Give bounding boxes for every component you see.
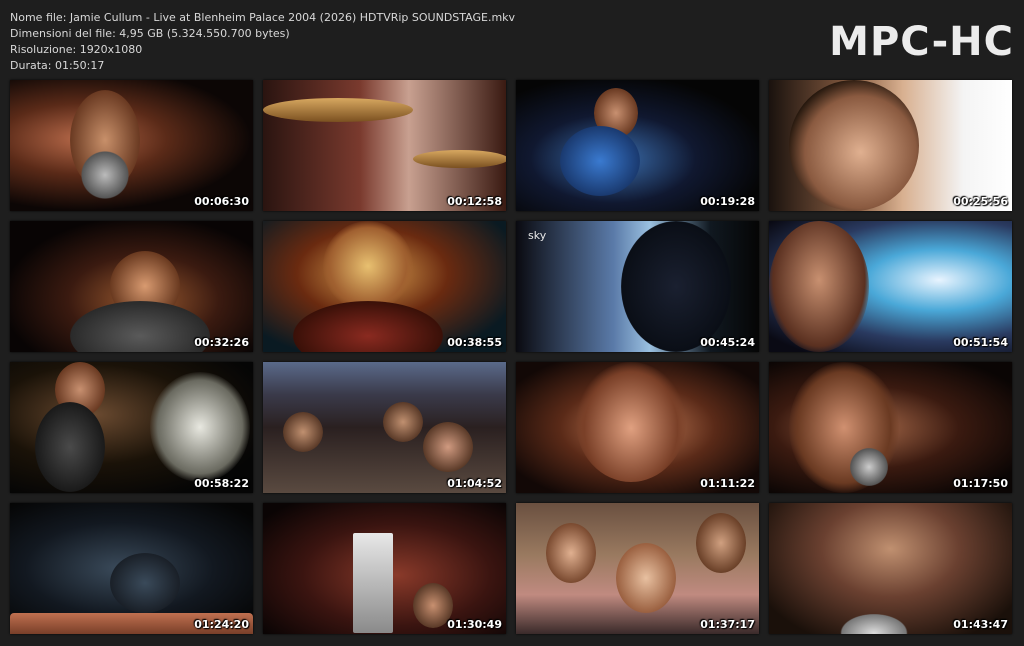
frame-image — [769, 221, 1012, 352]
thumbnail: 00:32:26 — [10, 221, 253, 352]
timestamp: 00:58:22 — [194, 477, 249, 490]
thumbnail: 00:12:58 — [263, 80, 506, 211]
timestamp: 00:38:55 — [447, 336, 502, 349]
thumbnail: 00:06:30 — [10, 80, 253, 211]
frame-image — [769, 362, 1012, 493]
duration-line: Durata: 01:50:17 — [10, 59, 105, 72]
timestamp: 00:12:58 — [447, 195, 502, 208]
timestamp: 00:19:28 — [700, 195, 755, 208]
thumbnail: 01:17:50 — [769, 362, 1012, 493]
timestamp: 00:06:30 — [194, 195, 249, 208]
timestamp: 01:04:52 — [447, 477, 502, 490]
thumbnail: 01:37:17 — [516, 503, 759, 634]
thumbnail: 00:19:28 — [516, 80, 759, 211]
file-info: Nome file: Jamie Cullum - Live at Blenhe… — [10, 10, 515, 74]
frame-image — [263, 503, 506, 634]
channel-logo: sky — [528, 229, 547, 242]
thumbnail: 00:58:22 — [10, 362, 253, 493]
timestamp: 00:51:54 — [953, 336, 1008, 349]
frame-image — [516, 221, 759, 352]
timestamp: 01:37:17 — [700, 618, 755, 631]
frame-image — [516, 362, 759, 493]
timestamp: 00:45:24 — [700, 336, 755, 349]
thumbnail: 00:51:54 — [769, 221, 1012, 352]
timestamp: 01:11:22 — [700, 477, 755, 490]
frame-image — [516, 80, 759, 211]
thumbnail: sky 00:45:24 — [516, 221, 759, 352]
frame-image — [263, 80, 506, 211]
thumbnail: 01:04:52 — [263, 362, 506, 493]
file-size-line: Dimensioni del file: 4,95 GB (5.324.550.… — [10, 27, 290, 40]
thumbnail: 01:30:49 — [263, 503, 506, 634]
frame-image — [263, 221, 506, 352]
thumbnail: 01:24:20 — [10, 503, 253, 634]
timestamp: 01:30:49 — [447, 618, 502, 631]
frame-image — [10, 80, 253, 211]
frame-image — [10, 503, 253, 634]
timestamp: 01:17:50 — [953, 477, 1008, 490]
timestamp: 01:43:47 — [953, 618, 1008, 631]
timestamp: 00:25:56 — [953, 195, 1008, 208]
thumbnail-grid: 00:06:30 00:12:58 00:19:28 00:25:56 00:3… — [10, 80, 1014, 634]
frame-image — [769, 80, 1012, 211]
frame-image — [10, 221, 253, 352]
frame-image — [263, 362, 506, 493]
thumbnail: 01:43:47 — [769, 503, 1012, 634]
resolution-line: Risoluzione: 1920x1080 — [10, 43, 143, 56]
frame-image — [10, 362, 253, 493]
thumbnail: 00:25:56 — [769, 80, 1012, 211]
frame-image — [516, 503, 759, 634]
file-name-line: Nome file: Jamie Cullum - Live at Blenhe… — [10, 11, 516, 24]
mpc-hc-logo: MPC-HC — [829, 19, 1014, 65]
thumbnail: 00:38:55 — [263, 221, 506, 352]
timestamp: 01:24:20 — [194, 618, 249, 631]
frame-image — [769, 503, 1012, 634]
thumbnail: 01:11:22 — [516, 362, 759, 493]
timestamp: 00:32:26 — [194, 336, 249, 349]
